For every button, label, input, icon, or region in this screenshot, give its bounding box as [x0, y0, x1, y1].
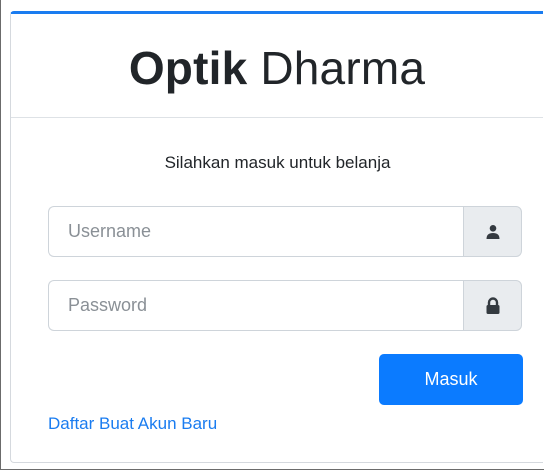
username-group	[48, 206, 522, 257]
password-input[interactable]	[48, 280, 463, 331]
username-input[interactable]	[48, 206, 463, 257]
user-icon	[486, 224, 499, 239]
register-link[interactable]: Daftar Buat Akun Baru	[48, 414, 217, 434]
password-group	[48, 280, 522, 331]
username-addon	[463, 206, 522, 257]
window-frame: Optik Dharma Silahkan masuk untuk belanj…	[0, 0, 544, 470]
lock-icon	[486, 296, 499, 314]
password-addon	[463, 280, 522, 331]
card-header: Optik Dharma	[11, 14, 543, 118]
login-button[interactable]: Masuk	[379, 354, 523, 405]
brand-name-bold: Optik	[128, 41, 248, 94]
brand-title: Optik Dharma	[129, 45, 425, 91]
login-card: Optik Dharma Silahkan masuk untuk belanj…	[10, 11, 543, 463]
brand-name-light: Dharma	[260, 41, 426, 94]
login-message: Silahkan masuk untuk belanja	[164, 153, 391, 172]
